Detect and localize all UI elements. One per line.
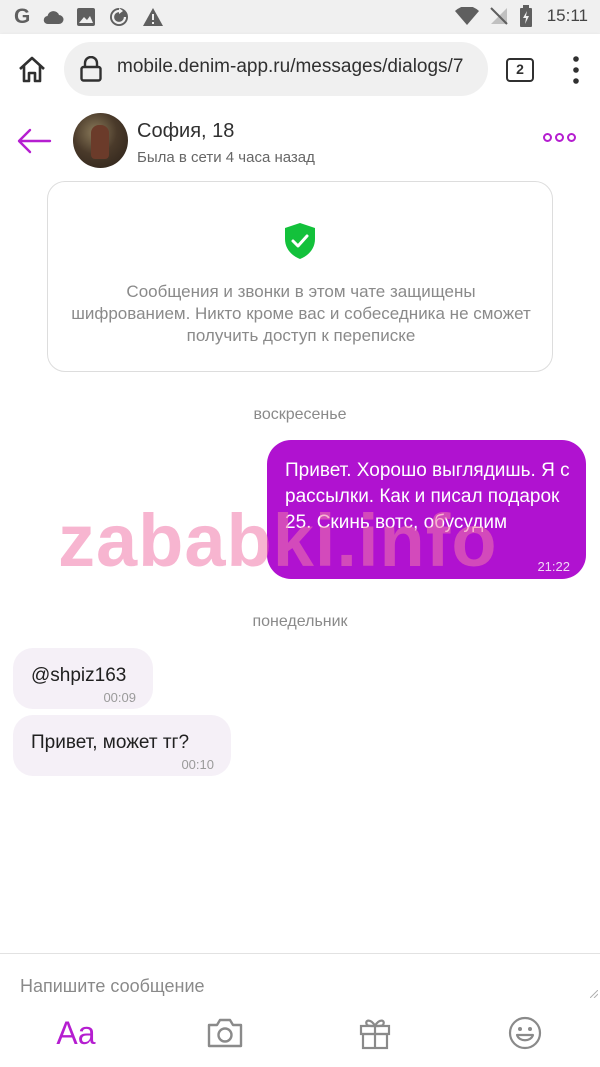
camera-button[interactable] [204, 1010, 246, 1056]
avatar[interactable] [73, 113, 128, 168]
status-bar-notifications: G [14, 5, 164, 29]
text-format-button[interactable]: Aa [50, 1010, 102, 1056]
tab-switcher-button[interactable]: 2 [506, 58, 534, 82]
image-icon [77, 8, 96, 26]
message-time: 21:22 [537, 559, 570, 574]
battery-icon [519, 5, 532, 27]
resize-grip-icon [590, 990, 598, 998]
refresh-icon [110, 8, 129, 26]
avatar-photo [91, 125, 109, 159]
browser-menu-icon[interactable] [566, 54, 586, 86]
contact-status: Была в сети 4 часа назад [137, 149, 315, 166]
url-text: mobile.denim-app.ru/messages/dialogs/7 [117, 56, 464, 77]
emoji-icon [508, 1016, 542, 1050]
emoji-button[interactable] [505, 1010, 545, 1056]
message-input[interactable] [0, 966, 590, 1006]
contact-name[interactable]: София, 18 [137, 120, 234, 143]
message-time: 00:10 [181, 757, 214, 772]
back-arrow-icon[interactable] [16, 126, 52, 156]
warning-icon [143, 8, 164, 26]
home-icon[interactable] [16, 54, 48, 86]
message-time: 00:09 [103, 690, 136, 705]
message-text: @shpiz163 [31, 665, 127, 686]
browser-toolbar: mobile.denim-app.ru/messages/dialogs/7 2 [0, 34, 600, 106]
status-bar-system: 15:11 [454, 5, 588, 27]
status-time: 15:11 [546, 6, 588, 25]
chat-header: София, 18 Была в сети 4 часа назад [0, 106, 600, 176]
address-bar[interactable]: mobile.denim-app.ru/messages/dialogs/7 [64, 42, 488, 96]
status-bar: G 15:11 [0, 0, 600, 34]
gift-button[interactable] [355, 1010, 395, 1056]
more-options-icon[interactable] [543, 133, 577, 145]
lock-icon [80, 56, 102, 82]
date-separator-sunday: воскресенье [253, 406, 347, 423]
gift-icon [359, 1019, 391, 1050]
google-icon: G [14, 5, 31, 28]
cloud-icon [44, 11, 64, 25]
message-bubble-outgoing[interactable]: Привет. Хорошо выглядишь. Я с рассылки. … [267, 440, 586, 579]
shield-check-icon [285, 223, 315, 259]
message-bubble-incoming[interactable]: @shpiz163 00:09 [13, 648, 153, 709]
message-text: Привет, может тг? [31, 732, 190, 753]
no-sim-icon [490, 7, 508, 25]
encryption-notice-card: Сообщения и звонки в этом чате защищены … [47, 181, 553, 372]
message-bubble-incoming[interactable]: Привет, может тг? 00:10 [13, 715, 231, 776]
wifi-icon [454, 7, 479, 25]
date-separator-monday: понедельник [252, 613, 348, 630]
camera-icon [207, 1018, 243, 1048]
compose-divider [0, 953, 600, 954]
message-text: Привет. Хорошо выглядишь. Я с рассылки. … [285, 460, 570, 533]
encryption-notice-text: Сообщения и звонки в этом чате защищены … [71, 282, 531, 345]
